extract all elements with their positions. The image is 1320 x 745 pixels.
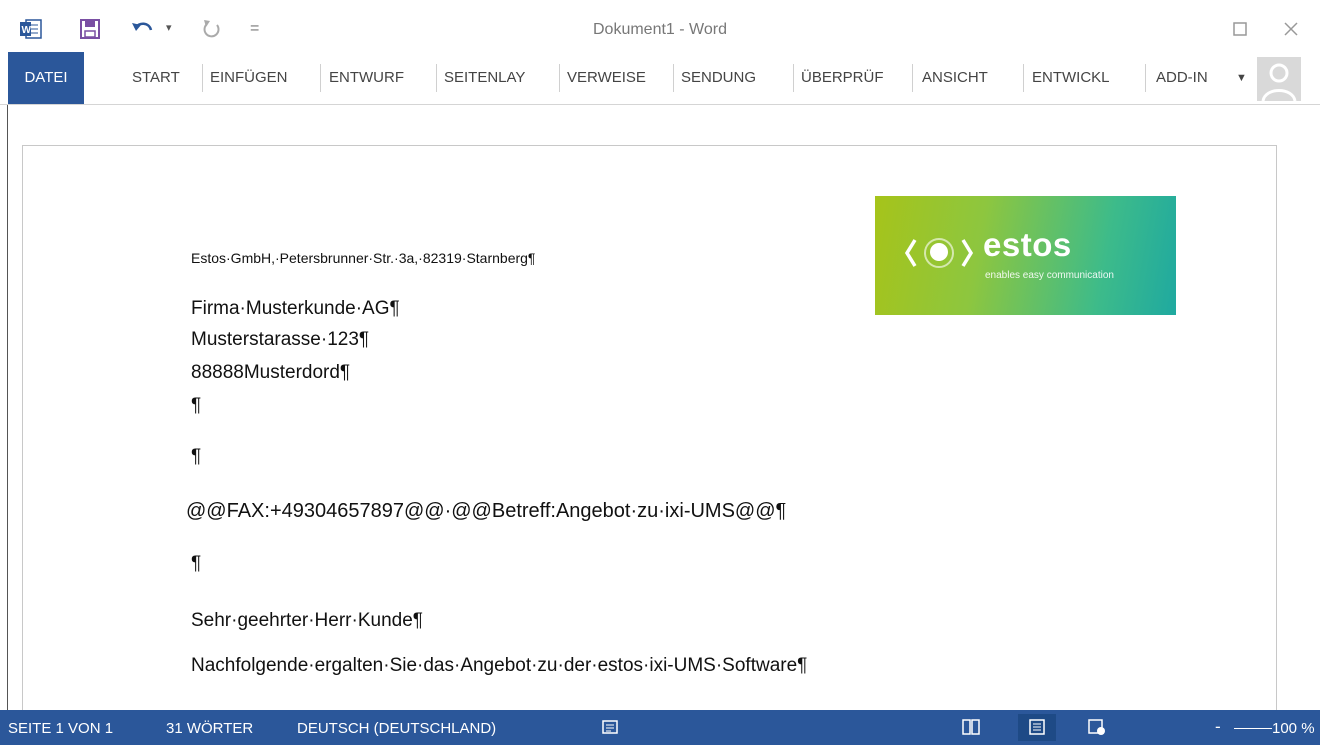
page-count-status[interactable]: SEITE 1 VON 1 bbox=[8, 720, 113, 737]
tab-datei[interactable]: DATEI bbox=[8, 52, 84, 104]
tab-separator bbox=[912, 64, 913, 92]
logo-tagline: enables easy communication bbox=[985, 270, 1114, 281]
empty-paragraph: ¶ bbox=[191, 395, 202, 416]
tab-separator bbox=[436, 64, 437, 92]
web-layout-icon[interactable] bbox=[1088, 719, 1106, 739]
window-left-border bbox=[7, 105, 8, 710]
recipient-line: 88888Musterdord¶ bbox=[191, 362, 351, 383]
tab-separator bbox=[202, 64, 203, 92]
recipient-line: Musterstarasse·123¶ bbox=[191, 329, 370, 350]
salutation-line: Sehr·geehrter·Herr·Kunde¶ bbox=[191, 610, 423, 631]
maximize-icon[interactable] bbox=[1233, 20, 1247, 41]
empty-paragraph: ¶ bbox=[191, 553, 202, 574]
ribbon-tabs: DATEI START EINFÜGEN ENTWURF SEITENLAY V… bbox=[0, 52, 1320, 104]
tab-add-ins[interactable]: ADD-IN bbox=[1156, 52, 1208, 104]
word-count-status[interactable]: 31 WÖRTER bbox=[166, 720, 253, 737]
close-icon[interactable] bbox=[1284, 20, 1298, 41]
tab-entwicklertools[interactable]: ENTWICKL bbox=[1032, 52, 1110, 104]
empty-paragraph: ¶ bbox=[191, 446, 202, 467]
add-ins-dropdown-icon[interactable]: ▼ bbox=[1236, 52, 1247, 104]
tab-separator bbox=[559, 64, 560, 92]
tab-separator bbox=[1145, 64, 1146, 92]
tab-separator bbox=[1023, 64, 1024, 92]
window-title: Dokument1 - Word bbox=[593, 21, 727, 38]
zoom-slider[interactable] bbox=[1234, 728, 1272, 729]
tab-seitenlayout[interactable]: SEITENLAY bbox=[444, 52, 525, 104]
print-layout-icon[interactable] bbox=[1018, 714, 1056, 741]
zoom-out-button[interactable]: - bbox=[1215, 717, 1221, 737]
zoom-level[interactable]: 100 % bbox=[1272, 720, 1315, 737]
tab-start[interactable]: START bbox=[132, 52, 180, 104]
language-status[interactable]: DEUTSCH (DEUTSCHLAND) bbox=[297, 720, 496, 737]
title-bar: W ▾ = Dokument1 - Word bbox=[0, 0, 1320, 52]
tab-separator bbox=[673, 64, 674, 92]
tab-einfuegen[interactable]: EINFÜGEN bbox=[210, 52, 288, 104]
read-mode-icon[interactable] bbox=[962, 719, 980, 739]
tab-sendungen[interactable]: SENDUNG bbox=[681, 52, 756, 104]
recipient-line: Firma·Musterkunde·AG¶ bbox=[191, 298, 400, 319]
estos-logo: estos enables easy communication bbox=[875, 196, 1176, 315]
tab-separator bbox=[320, 64, 321, 92]
tab-ueberpruefen[interactable]: ÜBERPRÜF bbox=[801, 52, 884, 104]
logo-wordmark: estos bbox=[983, 226, 1072, 263]
tab-entwurf[interactable]: ENTWURF bbox=[329, 52, 404, 104]
status-bar: SEITE 1 VON 1 31 WÖRTER DEUTSCH (DEUTSCH… bbox=[0, 710, 1320, 745]
proofing-book-icon[interactable] bbox=[602, 719, 618, 739]
tab-verweise[interactable]: VERWEISE bbox=[567, 52, 646, 104]
body-line: Nachfolgende·ergalten·Sie·das·Angebot·zu… bbox=[191, 655, 808, 676]
sender-line: Estos·GmbH,·Petersbrunner·Str.·3a,·82319… bbox=[191, 250, 536, 266]
tab-ansicht[interactable]: ANSICHT bbox=[922, 52, 988, 104]
fax-subject-line: @@FAX:+49304657897@@·@@Betreff:Angebot·z… bbox=[186, 500, 787, 522]
user-avatar-icon[interactable] bbox=[1257, 57, 1301, 106]
estos-logo-mark-icon bbox=[903, 234, 975, 277]
tab-separator bbox=[793, 64, 794, 92]
